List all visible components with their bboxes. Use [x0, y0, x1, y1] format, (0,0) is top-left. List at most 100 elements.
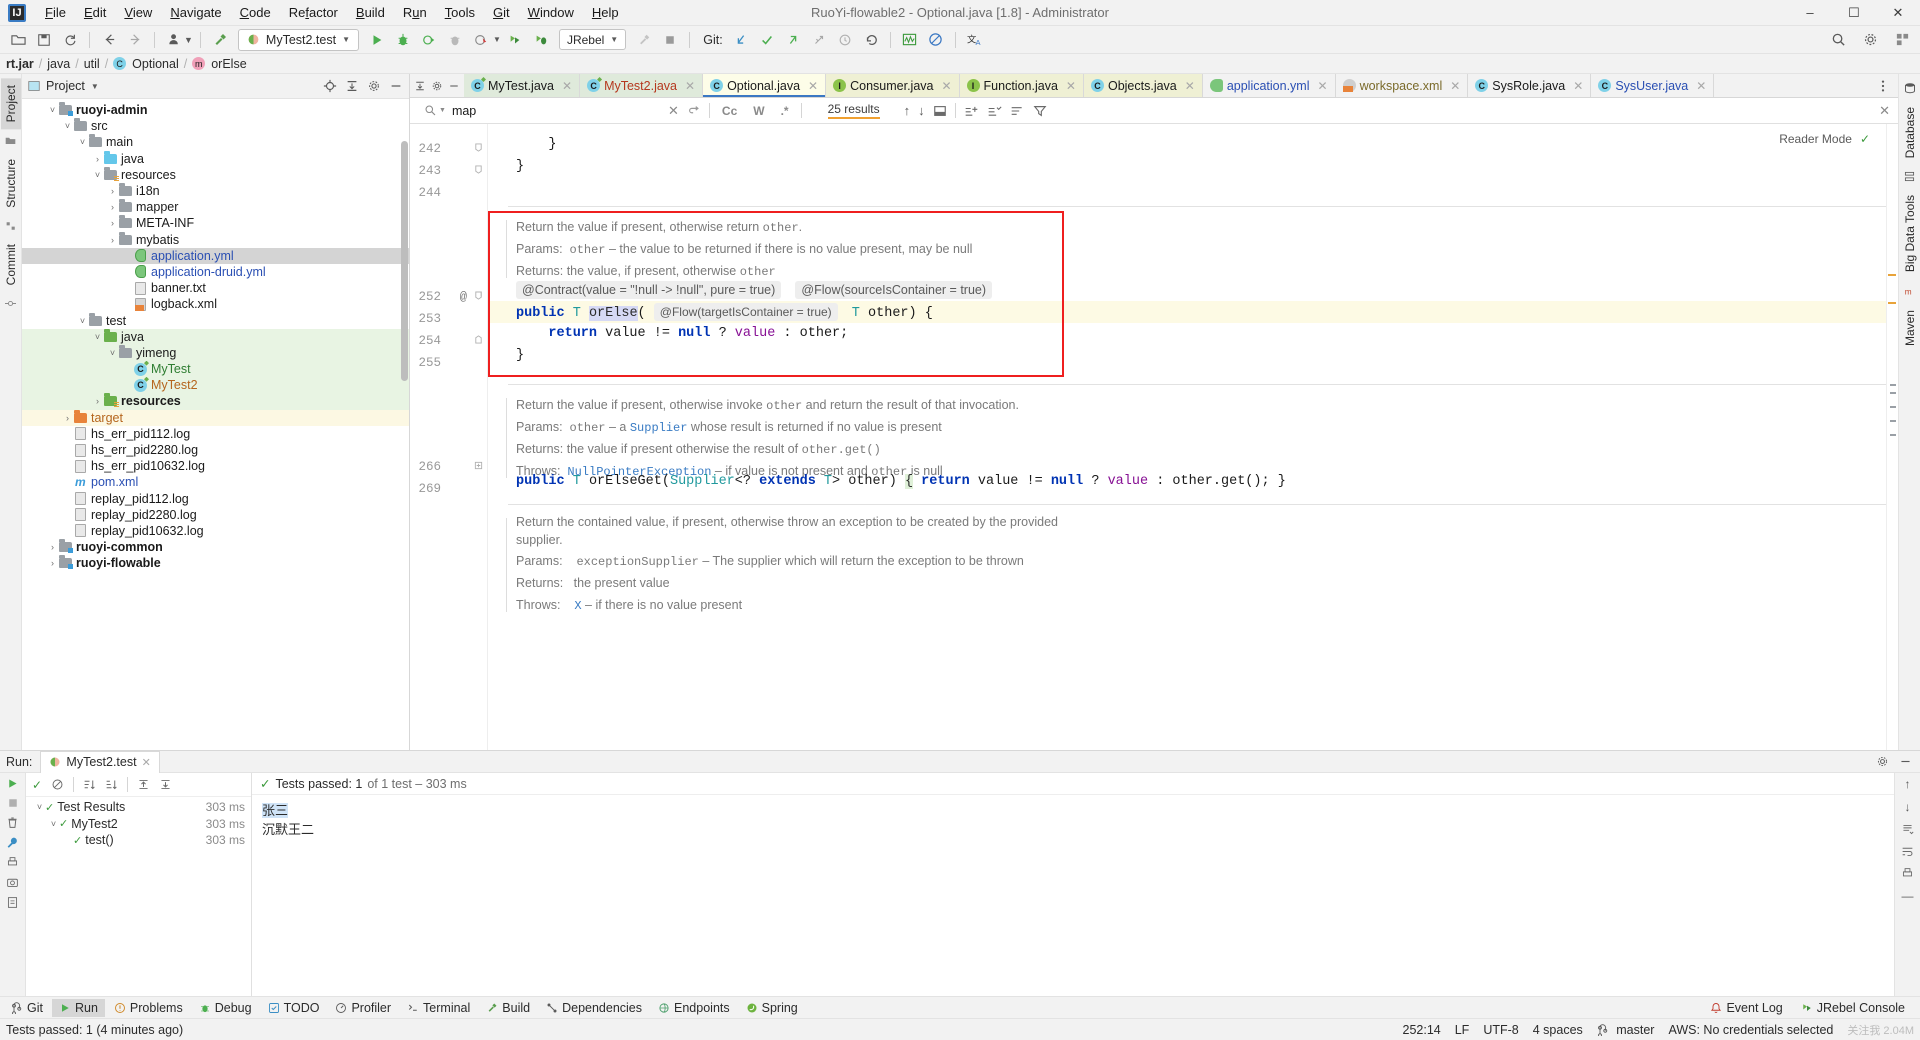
- no-entry-icon[interactable]: [924, 28, 948, 52]
- stripe-marker[interactable]: [1890, 384, 1896, 386]
- close-tab-icon[interactable]: ✕: [941, 79, 951, 93]
- editor-tab-function-java[interactable]: I Function.java ✕: [959, 74, 1084, 97]
- editor-tab-mytest-java[interactable]: C MyTest.java ✕: [464, 74, 581, 97]
- bottom-item-problems[interactable]: Problems: [107, 999, 190, 1017]
- filter-lines-icon[interactable]: [1010, 104, 1025, 118]
- menu-view[interactable]: View: [115, 2, 161, 23]
- jrebel-debug-icon[interactable]: [529, 28, 553, 52]
- editor-tab-workspace-xml[interactable]: workspace.xml ✕: [1335, 74, 1469, 97]
- editor-tab-optional-java[interactable]: C Optional.java ✕: [703, 74, 827, 97]
- bottom-item-terminal[interactable]: Terminal: [400, 999, 477, 1017]
- file-encoding[interactable]: UTF-8: [1483, 1023, 1518, 1037]
- error-stripe-gutter[interactable]: [1886, 124, 1898, 750]
- close-tab-icon[interactable]: ✕: [1066, 79, 1076, 93]
- minimize-editor-icon[interactable]: [448, 80, 460, 92]
- git-push-icon[interactable]: [781, 28, 805, 52]
- tree-node-mybatis[interactable]: › mybatis: [22, 231, 409, 248]
- aws-credentials-status[interactable]: AWS: No credentials selected: [1668, 1023, 1833, 1037]
- editor-tab-sysrole-java[interactable]: C SysRole.java ✕: [1468, 74, 1592, 97]
- close-tab-icon[interactable]: ✕: [1573, 79, 1583, 93]
- find-input-wrap[interactable]: ▼ map: [420, 100, 670, 122]
- add-selection-icon[interactable]: [964, 104, 979, 118]
- menu-refactor[interactable]: Refactor: [280, 2, 347, 23]
- close-tab-icon[interactable]: ✕: [562, 79, 572, 93]
- tree-node-yimeng[interactable]: ˅ yimeng: [22, 344, 409, 361]
- clear-search-icon[interactable]: ✕: [668, 103, 679, 119]
- open-project-icon[interactable]: [6, 28, 30, 52]
- sidebar-item-database[interactable]: Database: [1900, 100, 1920, 165]
- hide-run-panel-icon[interactable]: [1899, 755, 1912, 768]
- run-icon[interactable]: [365, 28, 389, 52]
- tree-node-banner-txt[interactable]: banner.txt: [22, 280, 409, 296]
- tree-expand-arrow-icon[interactable]: ˅: [62, 121, 73, 131]
- back-icon[interactable]: [97, 28, 121, 52]
- breadcrumb-item-1[interactable]: java: [47, 57, 70, 71]
- tree-expand-arrow-icon[interactable]: ˅: [92, 170, 103, 180]
- test-results-tree[interactable]: ˅ ✓ Test Results 303 ms ˅ ✓ MyTest2 303 ms ✓ test…: [26, 797, 251, 996]
- stripe-marker[interactable]: [1888, 274, 1896, 276]
- console-output[interactable]: 张三 沉默王二: [252, 795, 1894, 996]
- attach-debugger-icon[interactable]: [632, 28, 656, 52]
- stop-process-icon[interactable]: [7, 797, 19, 809]
- project-tree-scrollbar[interactable]: [401, 141, 408, 381]
- stripe-marker[interactable]: [1888, 302, 1896, 304]
- tree-node-application-yml[interactable]: application.yml: [22, 247, 409, 264]
- run-configuration-selector[interactable]: MyTest2.test ▼: [237, 28, 360, 51]
- tree-node-hs-err-pid112-log[interactable]: hs_err_pid112.log: [22, 426, 409, 442]
- jrebel-chevron-down-icon[interactable]: ▼: [610, 35, 618, 44]
- breadcrumb-item-2[interactable]: util: [84, 57, 100, 71]
- bottom-item-debug[interactable]: Debug: [192, 999, 259, 1017]
- line-separator[interactable]: LF: [1455, 1023, 1470, 1037]
- find-previous-icon[interactable]: ↑: [904, 103, 911, 118]
- camera-icon[interactable]: [6, 876, 19, 889]
- collapse-all-icon[interactable]: [345, 79, 359, 93]
- tree-expand-arrow-icon[interactable]: ›: [107, 186, 118, 196]
- print-icon[interactable]: [6, 856, 19, 869]
- git-commit-icon[interactable]: [755, 28, 779, 52]
- tree-node-ruoyi-admin[interactable]: ˅ ruoyi-admin: [22, 102, 409, 118]
- tree-node-meta-inf[interactable]: › META-INF: [22, 215, 409, 231]
- words-toggle[interactable]: W: [749, 103, 768, 119]
- search-everywhere-icon[interactable]: [1826, 28, 1850, 52]
- trash-icon[interactable]: [6, 816, 19, 829]
- annotation-marker[interactable]: @: [460, 290, 467, 304]
- tree-node-i18n[interactable]: › i18n: [22, 183, 409, 199]
- run-panel-tab[interactable]: MyTest2.test ✕: [40, 750, 160, 773]
- sort-by-duration-icon[interactable]: [105, 778, 118, 791]
- menu-window[interactable]: Window: [519, 2, 583, 23]
- tree-expand-arrow-icon[interactable]: ˅: [77, 316, 88, 326]
- tree-node-mytest2[interactable]: C MyTest2: [22, 377, 409, 394]
- bottom-item-run[interactable]: Run: [51, 998, 105, 1017]
- tree-node-logback-xml[interactable]: logback.xml: [22, 296, 409, 312]
- fold-marker-icon[interactable]: [474, 143, 483, 152]
- user-chevron-down-icon[interactable]: ▼: [184, 35, 193, 45]
- indent-setting[interactable]: 4 spaces: [1533, 1023, 1583, 1037]
- tree-expand-arrow-icon[interactable]: ›: [92, 396, 103, 406]
- scroll-down-icon[interactable]: ↓: [1905, 800, 1911, 814]
- test-expand-arrow-icon[interactable]: ˅: [48, 819, 59, 829]
- select-all-occurrences-icon[interactable]: [987, 104, 1002, 118]
- maximize-button[interactable]: ☐: [1832, 0, 1876, 26]
- tree-node-main[interactable]: ˅ main: [22, 134, 409, 150]
- jrebel-run-icon[interactable]: [503, 28, 527, 52]
- tree-node-test[interactable]: ˅ test: [22, 312, 409, 328]
- fold-marker-icon[interactable]: [474, 165, 483, 174]
- test-tree-node-mytest2[interactable]: ˅ ✓ MyTest2 303 ms: [26, 816, 251, 833]
- close-tab-icon[interactable]: ✕: [685, 79, 695, 93]
- breadcrumb-item-0[interactable]: rt.jar: [6, 57, 34, 71]
- editor-tab-sysuser-java[interactable]: C SysUser.java ✕: [1591, 74, 1715, 97]
- tree-node-replay-pid112-log[interactable]: replay_pid112.log: [22, 491, 409, 507]
- wrench-icon[interactable]: [6, 836, 19, 849]
- tree-node-ruoyi-flowable[interactable]: › ruoyi-flowable: [22, 555, 409, 571]
- test-expand-arrow-icon[interactable]: ˅: [34, 802, 45, 812]
- select-opened-file-icon[interactable]: [323, 79, 337, 93]
- profiler-attach-icon[interactable]: [469, 28, 493, 52]
- close-tab-icon[interactable]: ✕: [1185, 79, 1195, 93]
- profile-icon[interactable]: [443, 28, 467, 52]
- hide-panel-icon[interactable]: [389, 79, 403, 93]
- profiler-chevron-down-icon[interactable]: ▼: [493, 35, 501, 44]
- close-run-tab-icon[interactable]: ✕: [142, 756, 151, 769]
- tree-expand-arrow-icon[interactable]: ›: [47, 542, 58, 552]
- save-all-icon[interactable]: [32, 28, 56, 52]
- user-icon[interactable]: [162, 28, 186, 52]
